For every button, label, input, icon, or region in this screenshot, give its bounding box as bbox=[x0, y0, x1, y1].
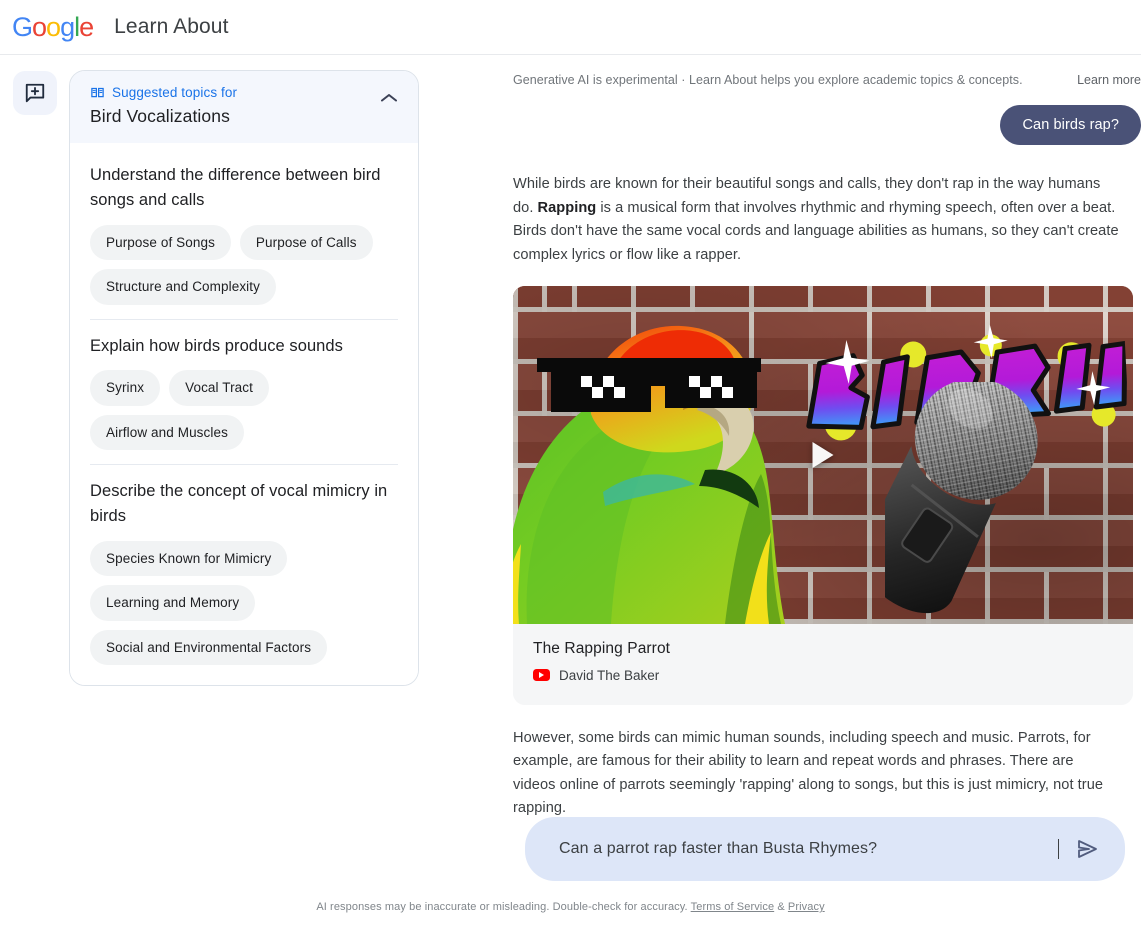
page-body: Suggested topics for Bird Vocalizations … bbox=[0, 55, 1141, 927]
video-title: The Rapping Parrot bbox=[533, 639, 671, 657]
send-button[interactable] bbox=[1071, 835, 1103, 863]
google-logo[interactable]: Google bbox=[12, 11, 94, 43]
topic-chip[interactable]: Species Known for Mimicry bbox=[90, 540, 288, 577]
app-title: Learn About bbox=[114, 15, 229, 38]
user-query-bubble: Can birds rap? bbox=[1000, 105, 1141, 145]
footer-disclaimer: AI responses may be inaccurate or mislea… bbox=[0, 901, 1141, 913]
chevron-up-icon bbox=[381, 94, 397, 102]
parrot-illustration bbox=[513, 294, 829, 624]
top-bar: Google Learn About bbox=[0, 0, 1141, 55]
terms-of-service-link[interactable]: Terms of Service bbox=[691, 901, 775, 913]
answer-paragraph-2: However, some birds can mimic human soun… bbox=[513, 729, 1104, 817]
topic-chip[interactable]: Purpose of Calls bbox=[239, 224, 373, 261]
answer-paragraph-1: While birds are known for their beautifu… bbox=[513, 173, 1119, 268]
video-channel-name: David The Baker bbox=[559, 667, 660, 683]
topic-group: Understand the difference between bird s… bbox=[90, 149, 398, 305]
composer-area bbox=[525, 817, 1125, 881]
panel-topic-title: Bird Vocalizations bbox=[90, 106, 230, 126]
logo-letter-o1: o bbox=[32, 11, 47, 42]
microphone-illustration bbox=[859, 378, 1115, 624]
youtube-icon bbox=[533, 669, 550, 682]
suggested-topics-panel: Suggested topics for Bird Vocalizations … bbox=[69, 70, 419, 687]
logo-letter-o2: o bbox=[46, 11, 61, 42]
topic-chip-list: Syrinx Vocal Tract Airflow and Muscles bbox=[90, 370, 398, 451]
microphone-icon bbox=[859, 378, 1038, 613]
panel-header-text: Suggested topics for Bird Vocalizations bbox=[90, 85, 372, 127]
logo-letter-g2: g bbox=[60, 11, 75, 42]
topic-chip[interactable]: Structure and Complexity bbox=[90, 269, 276, 305]
text-cursor bbox=[1057, 839, 1059, 859]
user-message-row: Can birds rap? bbox=[513, 105, 1141, 145]
new-chat-button[interactable] bbox=[12, 71, 57, 115]
footer-text: AI responses may be inaccurate or mislea… bbox=[316, 901, 691, 913]
answer-bold-term: Rapping bbox=[537, 199, 597, 216]
video-card[interactable]: The Rapping Parrot David The Baker bbox=[513, 285, 1133, 705]
pixel-sunglasses-icon bbox=[537, 357, 761, 412]
left-rail bbox=[0, 55, 69, 927]
topic-chip-list: Purpose of Songs Purpose of Calls Struct… bbox=[90, 224, 398, 305]
follow-up-input[interactable] bbox=[557, 839, 1056, 859]
topic-group: Explain how birds produce sounds Syrinx … bbox=[90, 318, 398, 451]
new-chat-box-icon bbox=[25, 83, 44, 103]
panel-header[interactable]: Suggested topics for Bird Vocalizations bbox=[70, 71, 418, 143]
topic-chip[interactable]: Purpose of Songs bbox=[90, 224, 231, 261]
topic-chip[interactable]: Learning and Memory bbox=[90, 585, 256, 621]
topic-chip[interactable]: Airflow and Muscles bbox=[90, 414, 244, 451]
panel-body: Understand the difference between bird s… bbox=[70, 143, 418, 686]
panel-eyebrow-label: Suggested topics for bbox=[112, 85, 238, 100]
video-channel-row: David The Baker bbox=[533, 668, 1113, 683]
video-thumbnail[interactable] bbox=[513, 285, 1133, 624]
disclaimer-text: Generative AI is experimental · Learn Ab… bbox=[513, 73, 1023, 87]
panel-eyebrow: Suggested topics for bbox=[90, 85, 372, 100]
conversation-column: Generative AI is experimental · Learn Ab… bbox=[419, 55, 1141, 927]
logo-letter-e: e bbox=[79, 11, 94, 42]
play-button[interactable] bbox=[812, 441, 834, 468]
footer-amp: & bbox=[774, 901, 788, 913]
privacy-link[interactable]: Privacy bbox=[788, 901, 825, 913]
answer-text-b: is a musical form that involves rhythmic… bbox=[513, 199, 1119, 263]
experimental-disclaimer: Generative AI is experimental · Learn Ab… bbox=[513, 55, 1141, 87]
panel-collapse-button[interactable] bbox=[372, 85, 400, 109]
topic-chip[interactable]: Social and Environmental Factors bbox=[90, 629, 328, 666]
topic-chip[interactable]: Syrinx bbox=[90, 370, 161, 406]
logo-letter-g1: G bbox=[12, 11, 33, 42]
topic-chip-list: Species Known for Mimicry Learning and M… bbox=[90, 540, 398, 666]
topic-group-title: Explain how birds produce sounds bbox=[90, 336, 343, 355]
topic-chip[interactable]: Vocal Tract bbox=[169, 370, 269, 406]
video-meta: The Rapping Parrot David The Baker bbox=[513, 623, 1133, 705]
send-icon bbox=[1078, 840, 1097, 858]
menu-book-icon bbox=[91, 87, 104, 98]
topic-group-title: Describe the concept of vocal mimicry in… bbox=[90, 482, 388, 526]
parrot-icon bbox=[513, 325, 785, 624]
topic-group-title: Understand the difference between bird s… bbox=[90, 166, 381, 209]
composer-box[interactable] bbox=[525, 817, 1125, 881]
topic-group: Describe the concept of vocal mimicry in… bbox=[90, 464, 398, 666]
learn-more-link[interactable]: Learn more bbox=[1077, 73, 1141, 87]
